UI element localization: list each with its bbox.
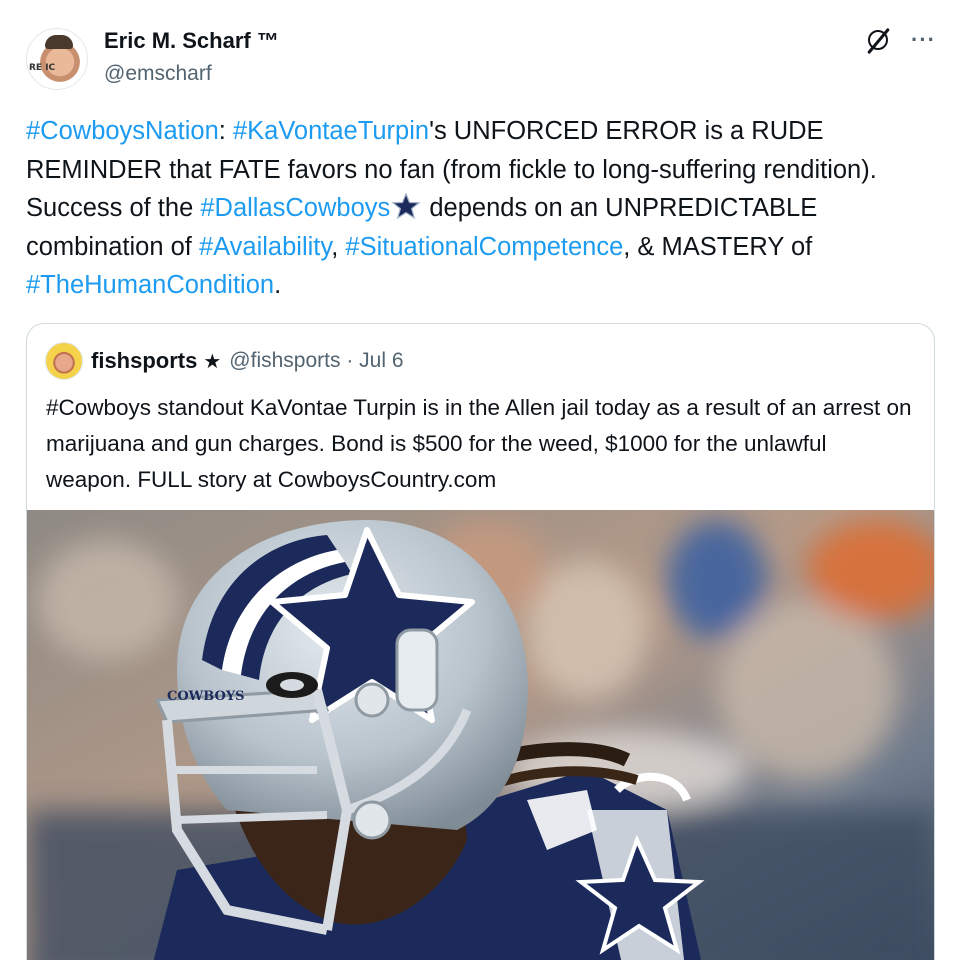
helmet-cowboys-text: COWBOYS — [167, 689, 245, 704]
tweet: RE IC Eric M. Scharf ™ @emscharf ··· #Co… — [0, 0, 960, 960]
hashtag-link[interactable]: #Availability — [199, 233, 331, 261]
grok-icon[interactable] — [865, 26, 893, 55]
star-emoji-icon — [391, 193, 421, 219]
tweet-text-run: , & MASTERY of — [623, 232, 813, 261]
author-name-row: Eric M. Scharf ™ — [104, 28, 279, 54]
hashtag-link[interactable]: #DallasCowboys — [200, 194, 390, 222]
quoted-tweet[interactable]: fishsports ★ @fishsports · Jul 6 #Cowboy… — [26, 323, 935, 960]
quoted-name-star-badge: ★ — [203, 350, 222, 373]
quoted-tweet-header: fishsports ★ @fishsports · Jul 6 — [45, 342, 404, 380]
football-player-photo: COWBOYS — [27, 510, 934, 960]
more-options-icon[interactable]: ··· — [911, 29, 936, 51]
author-handle[interactable]: @emscharf — [104, 62, 212, 86]
hashtag-link[interactable]: #TheHumanCondition — [26, 271, 274, 299]
tweet-text: #CowboysNation: #KaVontaeTurpin's UNFORC… — [26, 112, 926, 305]
hashtag-link[interactable]: #SituationalCompetence — [345, 233, 623, 261]
quoted-tweet-text: #Cowboys standout KaVontae Turpin is in … — [46, 395, 912, 492]
quoted-author-meta[interactable]: @fishsports · Jul 6 — [229, 349, 403, 373]
tweet-text-run: . — [274, 271, 282, 299]
author-display-name[interactable]: Eric M. Scharf ™ — [104, 28, 279, 54]
quoted-author-avatar[interactable] — [45, 342, 83, 380]
quoted-tweet-image[interactable]: COWBOYS — [27, 510, 934, 960]
tweet-header: RE IC Eric M. Scharf ™ @emscharf ··· — [26, 24, 936, 92]
header-icons: ··· — [865, 26, 936, 55]
tweet-text-run: , — [331, 232, 346, 261]
author-avatar[interactable]: RE IC — [26, 28, 88, 90]
avatar-hair — [45, 35, 73, 49]
tweet-text-run: : — [218, 117, 233, 145]
quoted-author-name[interactable]: fishsports — [91, 348, 197, 374]
hashtag-link[interactable]: #CowboysNation — [26, 117, 219, 145]
avatar-brand-text: RE IC — [29, 63, 56, 73]
hashtag-link[interactable]: #KaVontaeTurpin — [233, 117, 429, 145]
